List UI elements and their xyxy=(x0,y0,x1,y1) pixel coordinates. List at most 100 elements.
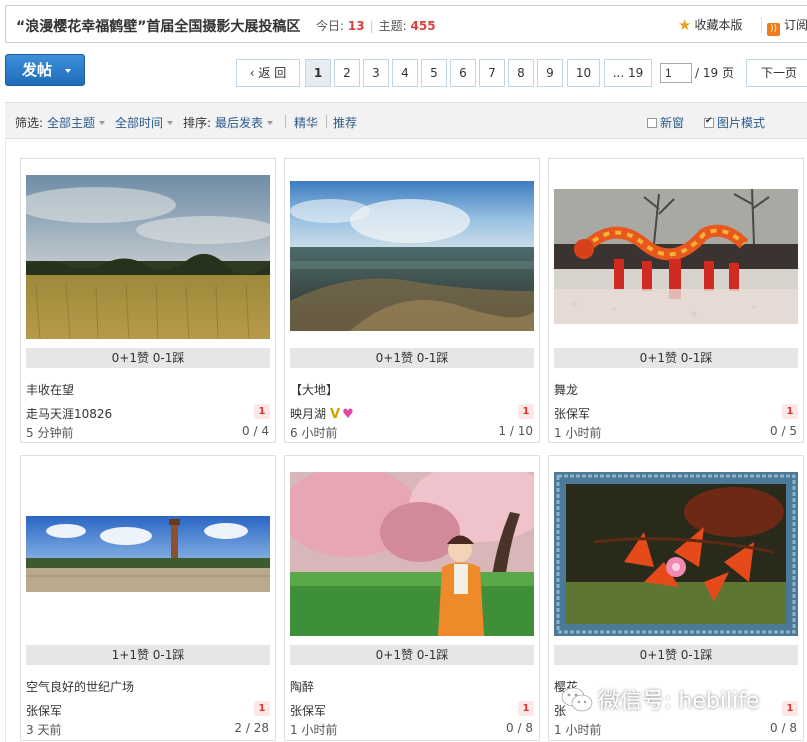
topics-count: 455 xyxy=(410,19,436,33)
vote-bar[interactable]: 1+1赞 0-1踩 xyxy=(26,645,270,665)
post-button-label: 发帖 xyxy=(22,61,53,79)
thread-thumbnail[interactable] xyxy=(26,175,270,339)
reply-badge: 1 xyxy=(254,404,270,419)
thread-thumbnail[interactable] xyxy=(290,181,534,331)
all-topics-label: 全部主题 xyxy=(47,116,96,130)
caret-down-icon xyxy=(99,121,106,125)
reply-badge: 1 xyxy=(518,701,534,716)
caret-down-icon xyxy=(267,121,274,125)
recommend-link[interactable]: 推荐 xyxy=(333,114,357,131)
favorite-link[interactable]: ★ 收藏本版 xyxy=(678,16,742,34)
thread-card[interactable]: 0+1赞 0-1踩 【大地】 映月湖 V ♥ 1 6 小时前 1 / 10 xyxy=(284,158,540,443)
filter-bar: 筛选: 全部主题 全部时间 排序: 最后发表 精华 推荐 新窗 图片模式 xyxy=(5,102,807,139)
watermark-text: 微信号: hebilife xyxy=(598,689,760,714)
vote-bar[interactable]: 0+1赞 0-1踩 xyxy=(554,645,798,665)
new-window-toggle[interactable]: 新窗 xyxy=(647,114,684,131)
all-topics-dropdown[interactable]: 全部主题 xyxy=(47,114,106,131)
topics-label: 主题: xyxy=(378,19,407,33)
image-mode-toggle[interactable]: 图片模式 xyxy=(704,114,765,131)
sort-label: 排序: xyxy=(183,116,212,130)
filter-divider xyxy=(326,115,327,128)
thread-author[interactable]: 张保军 xyxy=(554,405,590,422)
thread-thumbnail[interactable] xyxy=(26,516,270,592)
header-divider xyxy=(761,17,762,33)
reply-view-counts: 1 / 10 xyxy=(498,424,533,438)
page-link-10[interactable]: 10 xyxy=(567,59,600,87)
next-page-button[interactable]: 下一页 xyxy=(746,59,807,87)
thread-title[interactable]: 陶醉 xyxy=(290,678,314,695)
thread-title[interactable]: 空气良好的世纪广场 xyxy=(26,678,134,695)
vote-bar[interactable]: 0+1赞 0-1踩 xyxy=(290,645,534,665)
page-link-6[interactable]: 6 xyxy=(450,59,476,87)
thread-title[interactable]: 舞龙 xyxy=(554,381,578,398)
wechat-icon xyxy=(561,687,593,712)
star-icon: ★ xyxy=(678,16,692,34)
page-link-last[interactable]: ... 19 xyxy=(604,59,652,87)
stats-divider: | xyxy=(369,19,374,33)
thread-time: 1 小时前 xyxy=(554,723,602,737)
thread-thumbnail[interactable] xyxy=(290,472,534,636)
thread-thumbnail[interactable] xyxy=(554,472,798,636)
thread-author[interactable]: 走马天涯10826 xyxy=(26,405,112,422)
vote-bar[interactable]: 0+1赞 0-1踩 xyxy=(290,348,534,368)
wechat-watermark: 微信号: hebilife xyxy=(560,683,759,717)
thread-title[interactable]: 丰收在望 xyxy=(26,381,74,398)
reply-badge: 1 xyxy=(254,701,270,716)
forum-stats: 今日: 13 | 主题: 455 xyxy=(316,17,436,34)
image-mode-checkbox[interactable] xyxy=(704,116,714,128)
today-count: 13 xyxy=(347,19,365,33)
filter-divider xyxy=(285,115,286,128)
page-link-5[interactable]: 5 xyxy=(421,59,447,87)
reply-badge: 1 xyxy=(782,404,798,419)
forum-title[interactable]: “浪漫樱花幸福鹤壁”首届全国摄影大展投稿区 xyxy=(16,16,300,36)
thread-title[interactable]: 【大地】 xyxy=(290,381,338,398)
page-link-2[interactable]: 2 xyxy=(334,59,360,87)
page-link-1[interactable]: 1 xyxy=(305,59,331,87)
page-link-9[interactable]: 9 xyxy=(537,59,563,87)
thread-card[interactable]: 0+1赞 0-1踩 丰收在望 走马天涯10826 1 5 分钟前 0 / 4 xyxy=(20,158,276,443)
thread-author[interactable]: 张保军 xyxy=(290,702,326,719)
rss-link[interactable]: )) 订阅 xyxy=(767,16,807,36)
back-button[interactable]: ‹ 返 回 xyxy=(236,59,300,87)
vote-bar[interactable]: 0+1赞 0-1踩 xyxy=(554,348,798,368)
rss-icon: )) xyxy=(767,23,780,36)
thread-time: 1 小时前 xyxy=(554,426,602,440)
thread-time: 1 小时前 xyxy=(290,723,338,737)
vote-bar[interactable]: 0+1赞 0-1踩 xyxy=(26,348,270,368)
today-label: 今日: xyxy=(316,19,345,33)
reply-view-counts: 0 / 8 xyxy=(506,721,533,735)
reply-view-counts: 0 / 5 xyxy=(770,424,797,438)
thread-author[interactable]: 映月湖 xyxy=(290,407,326,421)
thread-author-block: 映月湖 V ♥ xyxy=(290,405,354,422)
page-link-3[interactable]: 3 xyxy=(363,59,389,87)
thread-time: 3 天前 xyxy=(26,723,62,737)
reply-view-counts: 2 / 28 xyxy=(234,721,269,735)
page-link-7[interactable]: 7 xyxy=(479,59,505,87)
image-mode-label: 图片模式 xyxy=(717,116,766,130)
post-button[interactable]: 发帖 xyxy=(5,54,85,86)
thread-grid: 0+1赞 0-1踩 丰收在望 走马天涯10826 1 5 分钟前 0 / 4 0… xyxy=(5,139,807,742)
all-time-dropdown[interactable]: 全部时间 xyxy=(115,114,174,131)
digest-link[interactable]: 精华 xyxy=(294,114,318,131)
new-window-checkbox[interactable] xyxy=(647,118,657,128)
page-jump-input[interactable] xyxy=(660,63,692,83)
reply-view-counts: 0 / 4 xyxy=(242,424,269,438)
favorite-label: 收藏本版 xyxy=(694,18,743,32)
thread-card[interactable]: 0+1赞 0-1踩 陶醉 张保军 1 1 小时前 0 / 8 xyxy=(284,455,540,741)
page-link-8[interactable]: 8 xyxy=(508,59,534,87)
verified-v-icon: V xyxy=(330,407,341,422)
all-time-label: 全部时间 xyxy=(115,116,164,130)
reply-badge: 1 xyxy=(782,701,798,716)
sort-dropdown[interactable]: 最后发表 xyxy=(215,114,274,131)
new-window-label: 新窗 xyxy=(660,116,685,130)
thread-card[interactable]: 1+1赞 0-1踩 空气良好的世纪广场 张保军 1 3 天前 2 / 28 xyxy=(20,455,276,741)
thread-time: 6 小时前 xyxy=(290,426,338,440)
thread-card[interactable]: 0+1赞 0-1踩 舞龙 张保军 1 1 小时前 0 / 5 xyxy=(548,158,804,443)
thread-thumbnail[interactable] xyxy=(554,189,798,324)
reply-view-counts: 0 / 8 xyxy=(770,721,797,735)
caret-down-icon xyxy=(167,121,174,125)
thread-author[interactable]: 张保军 xyxy=(26,702,62,719)
page-link-4[interactable]: 4 xyxy=(392,59,418,87)
sort-value: 最后发表 xyxy=(215,116,264,130)
reply-badge: 1 xyxy=(518,404,534,419)
